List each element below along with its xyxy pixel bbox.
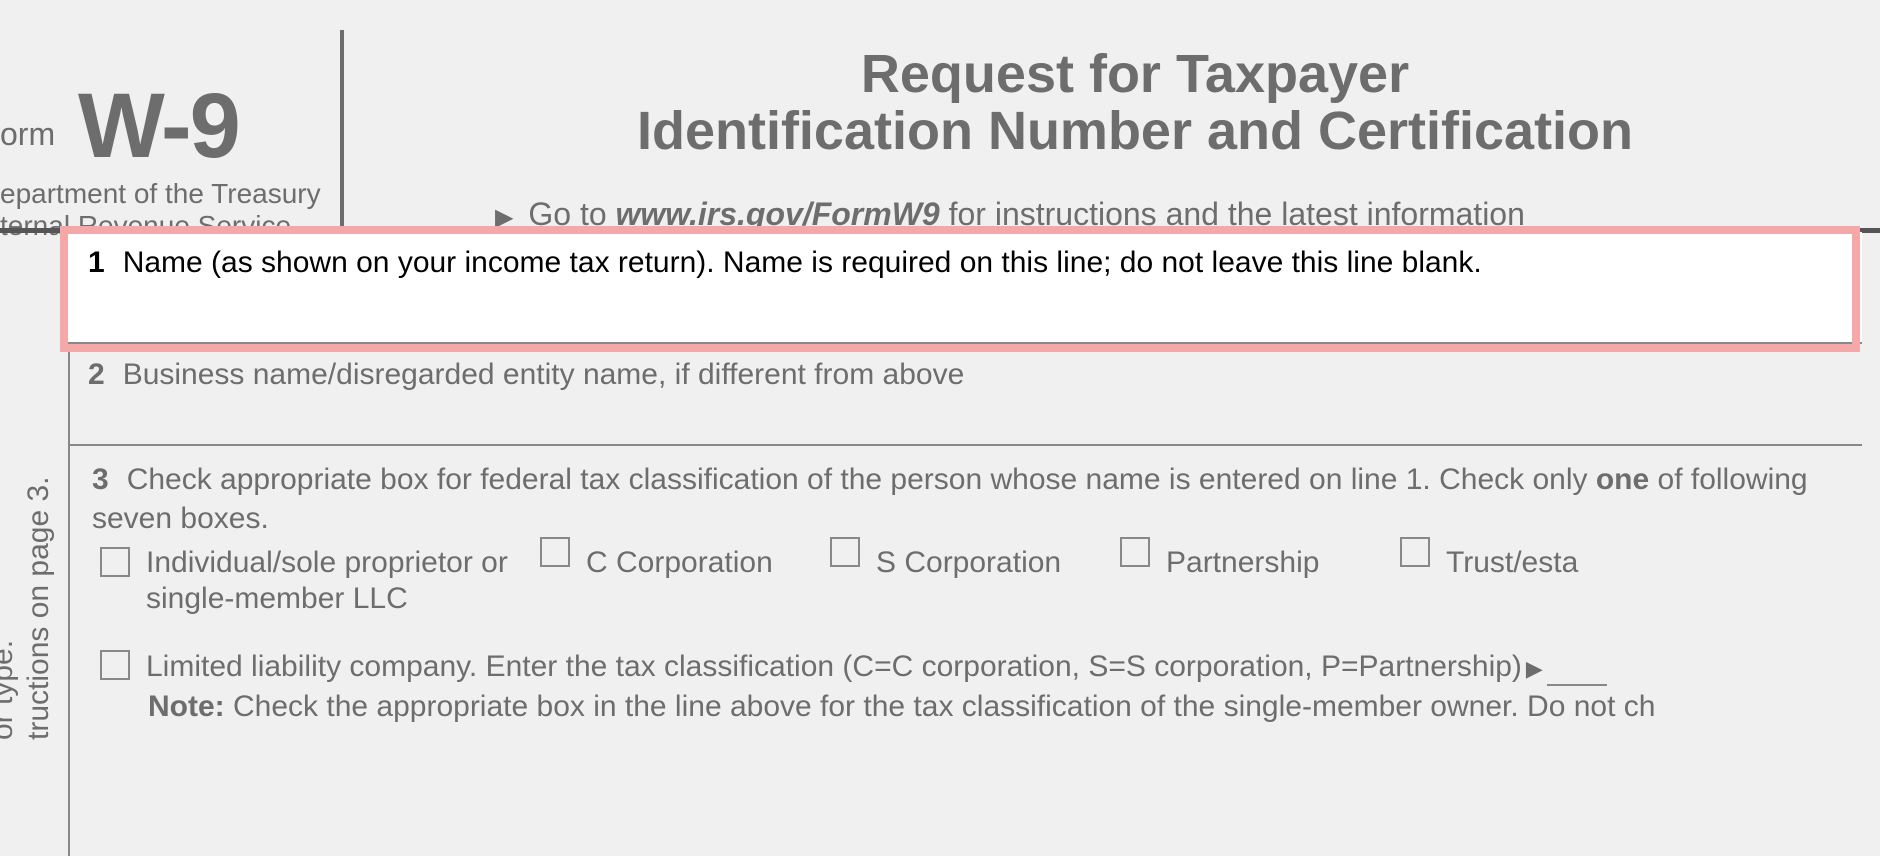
- llc-arrow-icon: ▶: [1526, 655, 1543, 683]
- checkbox-individual-box[interactable]: [100, 547, 130, 577]
- checkbox-llc-label: Limited liability company. Enter the tax…: [146, 648, 1607, 686]
- line3-number: 3: [92, 463, 109, 496]
- line3-bold: one: [1596, 463, 1649, 496]
- header-divider: [340, 30, 344, 228]
- llc-text: Limited liability company. Enter the tax…: [146, 650, 1522, 683]
- header-section: orm W-9 epartment of the Treasury ternal…: [0, 0, 1880, 228]
- line3-part1: Check appropriate box for federal tax cl…: [127, 463, 1596, 496]
- note-text: Check the appropriate box in the line ab…: [225, 690, 1656, 723]
- form-code: W-9: [78, 74, 239, 179]
- title-line2: Identification Number and Certification: [410, 103, 1860, 160]
- checkbox-c-corp-box[interactable]: [540, 537, 570, 567]
- checkbox-partnership: Partnership: [1120, 545, 1390, 581]
- checkbox-c-corp: C Corporation: [540, 545, 820, 581]
- sidebar-instructions: tructions on page 3.: [22, 476, 56, 740]
- line1-name-field[interactable]: 1 Name (as shown on your income tax retur…: [68, 232, 1862, 344]
- sidebar-type: or type.: [0, 640, 20, 740]
- goto-suffix: for instructions and the latest informat…: [940, 196, 1525, 232]
- checkbox-llc-row: Limited liability company. Enter the tax…: [100, 648, 1880, 686]
- checkbox-partnership-box[interactable]: [1120, 537, 1150, 567]
- goto-prefix: Go to: [528, 196, 615, 232]
- classification-checkboxes: Individual/sole proprietor or single-mem…: [100, 545, 1880, 617]
- w9-form-container: orm W-9 epartment of the Treasury ternal…: [0, 0, 1880, 856]
- line2-instruction: 2 Business name/disregarded entity name, …: [68, 344, 1862, 392]
- llc-classification-input[interactable]: [1547, 684, 1607, 686]
- goto-url: www.irs.gov/FormW9: [616, 196, 940, 232]
- line3-classification: 3 Check appropriate box for federal tax c…: [68, 446, 1880, 538]
- form-prefix: orm: [0, 116, 55, 153]
- title-line1: Request for Taxpayer: [410, 46, 1860, 103]
- checkbox-individual: Individual/sole proprietor or single-mem…: [100, 545, 530, 617]
- dept-line1: epartment of the Treasury: [0, 178, 321, 210]
- form-title: Request for Taxpayer Identification Numb…: [410, 46, 1860, 159]
- line2-number: 2: [88, 358, 105, 391]
- checkbox-llc: Limited liability company. Enter the tax…: [100, 648, 1880, 686]
- line1-number: 1: [88, 246, 105, 279]
- checkbox-c-corp-label: C Corporation: [586, 545, 773, 581]
- line1-text: Name (as shown on your income tax return…: [123, 246, 1482, 279]
- checkbox-s-corp-box[interactable]: [830, 537, 860, 567]
- line1-instruction: 1 Name (as shown on your income tax retur…: [68, 232, 1862, 280]
- line2-business-field[interactable]: 2 Business name/disregarded entity name, …: [68, 344, 1862, 446]
- checkbox-partnership-label: Partnership: [1166, 545, 1319, 581]
- line2-text: Business name/disregarded entity name, i…: [123, 358, 965, 391]
- checkbox-trust-box[interactable]: [1400, 537, 1430, 567]
- checkbox-s-corp: S Corporation: [830, 545, 1110, 581]
- llc-note: Note: Check the appropriate box in the l…: [148, 690, 1880, 724]
- checkbox-llc-box[interactable]: [100, 650, 130, 680]
- checkbox-individual-label: Individual/sole proprietor or single-mem…: [146, 545, 530, 617]
- checkbox-trust: Trust/esta: [1400, 545, 1660, 581]
- note-bold: Note:: [148, 690, 225, 723]
- checkbox-s-corp-label: S Corporation: [876, 545, 1061, 581]
- line3-instruction: 3 Check appropriate box for federal tax c…: [68, 446, 1880, 538]
- checkbox-trust-label: Trust/esta: [1446, 545, 1578, 581]
